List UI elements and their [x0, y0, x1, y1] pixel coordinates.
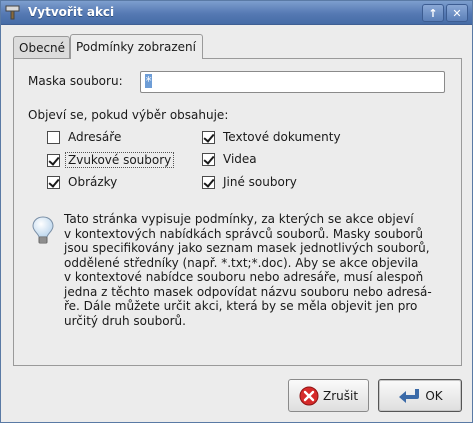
checkbox-text-documents[interactable]: Textové dokumenty: [202, 130, 341, 144]
checkbox-text-documents-box[interactable]: [202, 130, 215, 144]
checkbox-other-files-box[interactable]: [202, 175, 215, 189]
lightbulb-icon: [32, 216, 54, 244]
group-label: Objeví se, pokud výběr obsahuje:: [28, 108, 229, 122]
checkbox-audio-box[interactable]: [47, 153, 60, 167]
window-title: Vytvořit akci: [28, 5, 115, 19]
cancel-icon: [299, 386, 319, 406]
cancel-button[interactable]: Zrušit: [288, 379, 369, 412]
mask-label: Maska souboru:: [28, 74, 123, 88]
tab-display-conditions[interactable]: Podmínky zobrazení: [70, 34, 203, 59]
dialog-window: Vytvořit akci ↑ ✕ Obecné Podmínky zobraz…: [0, 0, 473, 423]
checkbox-audio[interactable]: Zvukové soubory: [47, 152, 175, 168]
close-button[interactable]: ✕: [446, 4, 468, 22]
tab-display-conditions-label: Podmínky zobrazení: [76, 40, 196, 54]
app-icon: [5, 5, 20, 20]
checkbox-folders-label: Adresáře: [68, 130, 122, 144]
checkbox-videos-box[interactable]: [202, 152, 215, 166]
enter-icon: [397, 387, 421, 405]
checkbox-images[interactable]: Obrázky: [47, 175, 117, 189]
title-bar[interactable]: Vytvořit akci ↑ ✕: [1, 1, 472, 25]
ok-label: OK: [425, 388, 443, 403]
checkbox-videos[interactable]: Videa: [202, 152, 257, 166]
checkbox-audio-label: Zvukové soubory: [65, 152, 175, 168]
checkbox-videos-label: Videa: [223, 152, 257, 166]
tab-general-label: Obecné: [19, 40, 66, 55]
checkbox-folders-box[interactable]: [47, 130, 60, 144]
info-text: Tato stránka vypisuje podmínky, za který…: [64, 212, 432, 328]
checkbox-other-files-label: Jiné soubory: [223, 175, 297, 189]
mask-input[interactable]: *: [140, 71, 445, 93]
checkbox-images-label: Obrázky: [68, 175, 118, 189]
roll-up-button[interactable]: ↑: [422, 4, 444, 22]
mask-value: *: [145, 74, 153, 88]
tab-general[interactable]: Obecné: [13, 36, 70, 58]
checkbox-folders[interactable]: Adresáře: [47, 130, 121, 144]
checkbox-text-documents-label: Textové dokumenty: [223, 130, 341, 144]
checkbox-other-files[interactable]: Jiné soubory: [202, 175, 297, 189]
ok-button[interactable]: OK: [378, 379, 462, 412]
checkbox-images-box[interactable]: [47, 175, 60, 189]
cancel-label: Zrušit: [322, 388, 359, 403]
